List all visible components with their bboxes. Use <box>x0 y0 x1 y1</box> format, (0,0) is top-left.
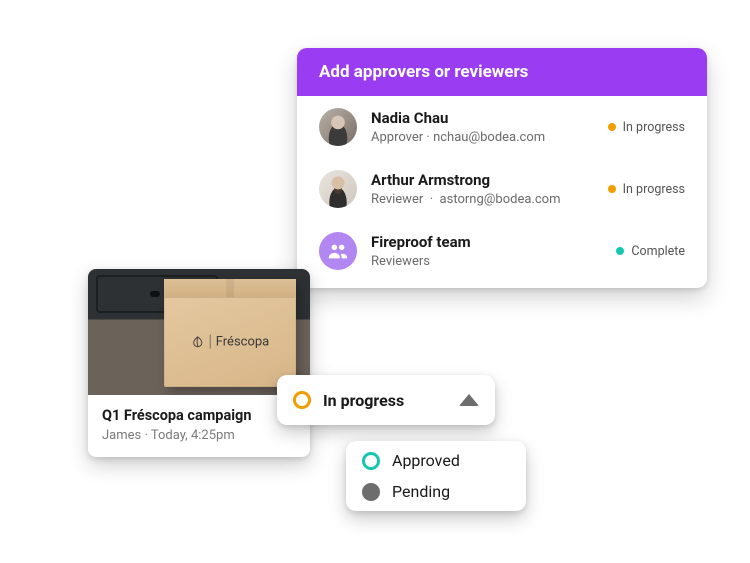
avatar <box>319 170 357 208</box>
approver-sub: Approver · nchau@bodea.com <box>371 130 608 145</box>
status-option-pending[interactable]: Pending <box>362 482 510 501</box>
approver-name: Nadia Chau <box>371 109 608 128</box>
approver-sub: Reviewer · astorng@bodea.com <box>371 192 608 207</box>
status-dot-icon <box>616 247 624 255</box>
box-brand-logo: Fréscopa <box>191 334 270 349</box>
status-ring-icon <box>293 391 311 409</box>
status-dropdown-selected: In progress <box>323 391 404 410</box>
campaign-thumbnail: Fréscopa <box>88 269 310 395</box>
approver-sub: Reviewers <box>371 254 616 269</box>
approver-row[interactable]: Fireproof team Reviewers Complete <box>297 220 707 288</box>
approver-name: Fireproof team <box>371 233 616 252</box>
avatar <box>319 108 357 146</box>
approvers-panel-title: Add approvers or reviewers <box>297 48 707 96</box>
status-dropdown-menu: Approved Pending <box>346 441 526 511</box>
status-option-approved[interactable]: Approved <box>362 451 510 470</box>
approvers-panel: Add approvers or reviewers Nadia Chau Ap… <box>297 48 707 288</box>
approver-row[interactable]: Arthur Armstrong Reviewer · astorng@bode… <box>297 158 707 220</box>
campaign-title: Q1 Fréscopa campaign <box>102 407 296 424</box>
chevron-up-icon <box>459 394 479 406</box>
status-ring-icon <box>362 452 380 470</box>
team-avatar-icon <box>319 232 357 270</box>
status-dot-icon <box>362 483 380 501</box>
status-dot-icon <box>608 185 616 193</box>
status-badge: In progress <box>608 182 685 197</box>
approver-name: Arthur Armstrong <box>371 171 608 190</box>
package-box-graphic: Fréscopa <box>164 279 296 387</box>
status-badge: Complete <box>616 244 685 259</box>
status-badge: In progress <box>608 120 685 135</box>
campaign-card[interactable]: Fréscopa Q1 Fréscopa campaign James · To… <box>88 269 310 457</box>
leaf-icon <box>191 335 205 349</box>
approver-row[interactable]: Nadia Chau Approver · nchau@bodea.com In… <box>297 96 707 158</box>
campaign-meta: James · Today, 4:25pm <box>102 428 296 443</box>
status-dropdown-trigger[interactable]: In progress <box>277 375 495 425</box>
status-dot-icon <box>608 123 616 131</box>
